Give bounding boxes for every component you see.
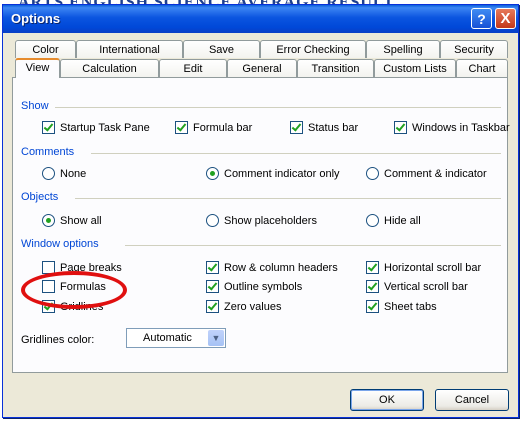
section-divider [75, 198, 501, 199]
checkbox-checked-icon [206, 280, 219, 293]
tab-transition[interactable]: Transition [297, 59, 374, 77]
section-comments-heading: Comments [21, 146, 75, 158]
checkbox-label: Zero values [224, 300, 282, 313]
objects-hide-all-radio[interactable]: Hide all [366, 214, 421, 227]
comment-indicator-only-radio[interactable]: Comment indicator only [206, 167, 340, 180]
gridlines-color-value: Automatic [143, 332, 192, 344]
checkbox-label: Windows in Taskbar [412, 121, 510, 134]
radio-label: Hide all [384, 214, 421, 227]
tab-chart[interactable]: Chart [456, 59, 508, 77]
cancel-button[interactable]: Cancel [435, 389, 509, 411]
status-bar-checkbox[interactable]: Status bar [290, 121, 358, 134]
zero-values-checkbox[interactable]: Zero values [206, 300, 281, 313]
startup-task-pane-checkbox[interactable]: Startup Task Pane [42, 121, 150, 134]
radio-selected-icon [206, 167, 219, 180]
formula-bar-checkbox[interactable]: Formula bar [175, 121, 252, 134]
red-highlight-ellipse [21, 271, 127, 309]
tab-security[interactable]: Security [440, 40, 508, 58]
sheet-tabs-checkbox[interactable]: Sheet tabs [366, 300, 437, 313]
checkbox-label: Outline symbols [224, 280, 303, 293]
checkbox-label: Horizontal scroll bar [384, 261, 482, 274]
close-button[interactable]: X [495, 8, 516, 29]
outline-symbols-checkbox[interactable]: Outline symbols [206, 280, 302, 293]
tab-calculation[interactable]: Calculation [60, 59, 159, 77]
section-window-options-heading: Window options [21, 238, 99, 250]
checkbox-checked-icon [206, 300, 219, 313]
tab-general[interactable]: General [227, 59, 297, 77]
section-divider [125, 245, 501, 246]
help-button[interactable]: ? [471, 8, 492, 29]
tab-color[interactable]: Color [15, 40, 76, 58]
horizontal-scroll-bar-checkbox[interactable]: Horizontal scroll bar [366, 261, 481, 274]
checkbox-label: Row & column headers [224, 261, 338, 274]
tab-custom-lists[interactable]: Custom Lists [374, 59, 456, 77]
checkbox-label: Formula bar [193, 121, 253, 134]
comments-none-radio[interactable]: None [42, 167, 86, 180]
windows-in-taskbar-checkbox[interactable]: Windows in Taskbar [394, 121, 510, 134]
view-tab-panel: Show Startup Task Pane Formula bar Statu… [12, 77, 510, 373]
vertical-scroll-bar-checkbox[interactable]: Vertical scroll bar [366, 280, 468, 293]
checkbox-label: Status bar [308, 121, 359, 134]
radio-label: Show all [60, 214, 102, 227]
comment-and-indicator-radio[interactable]: Comment & indicator [366, 167, 487, 180]
ok-button[interactable]: OK [350, 389, 424, 411]
checkbox-checked-icon [206, 261, 219, 274]
checkbox-checked-icon [366, 261, 379, 274]
gridlines-color-label: Gridlines color: [21, 334, 95, 346]
radio-icon [206, 214, 219, 227]
checkbox-label: Sheet tabs [384, 300, 437, 313]
radio-label: Comment indicator only [224, 167, 340, 180]
radio-selected-icon [42, 214, 55, 227]
objects-show-placeholders-radio[interactable]: Show placeholders [206, 214, 317, 227]
window-title: Options [11, 11, 61, 26]
checkbox-checked-icon [366, 280, 379, 293]
radio-icon [42, 167, 55, 180]
section-divider [55, 107, 501, 108]
tab-spelling[interactable]: Spelling [366, 40, 440, 58]
tab-view[interactable]: View [15, 58, 60, 78]
gridlines-color-select[interactable]: Automatic ▼ [126, 328, 226, 348]
tab-edit[interactable]: Edit [159, 59, 227, 77]
section-show-heading: Show [21, 100, 49, 112]
options-dialog: Options ? X Color International Save Err… [2, 4, 519, 418]
tab-save[interactable]: Save [183, 40, 260, 58]
checkbox-checked-icon [290, 121, 303, 134]
section-objects-heading: Objects [21, 191, 59, 203]
radio-icon [366, 214, 379, 227]
row-column-headers-checkbox[interactable]: Row & column headers [206, 261, 338, 274]
checkbox-label: Vertical scroll bar [384, 280, 468, 293]
checkbox-checked-icon [394, 121, 407, 134]
chevron-down-icon[interactable]: ▼ [208, 330, 224, 346]
checkbox-checked-icon [366, 300, 379, 313]
radio-icon [366, 167, 379, 180]
checkbox-checked-icon [42, 121, 55, 134]
radio-label: None [60, 167, 87, 180]
title-bar[interactable]: Options ? X [3, 5, 518, 33]
objects-show-all-radio[interactable]: Show all [42, 214, 102, 227]
tab-international[interactable]: International [76, 40, 183, 58]
radio-label: Comment & indicator [384, 167, 487, 180]
checkbox-checked-icon [175, 121, 188, 134]
checkbox-label: Startup Task Pane [60, 121, 150, 134]
tab-error-checking[interactable]: Error Checking [260, 40, 366, 58]
section-divider [91, 153, 501, 154]
radio-label: Show placeholders [224, 214, 317, 227]
